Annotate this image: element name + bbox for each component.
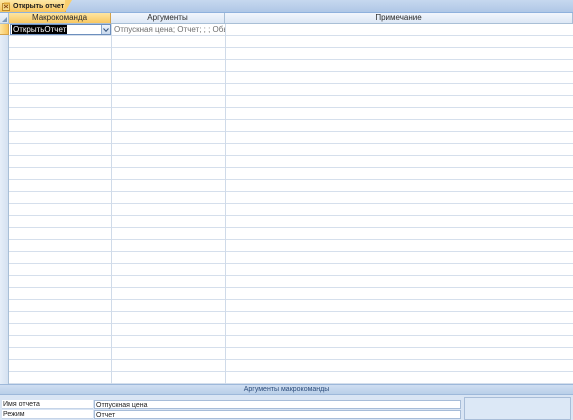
current-row-selector[interactable] [0,24,9,35]
argument-row-report-name: Имя отчета Отпускная цена [2,400,461,409]
action-arguments-panel: Аргументы макрокоманды Имя отчета Отпуск… [0,384,573,420]
column-header-action[interactable]: Макрокоманда [9,13,111,24]
macro-icon [2,2,10,11]
document-tab[interactable]: Открыть отчет [0,0,72,12]
column-divider [225,24,226,384]
select-all-corner[interactable] [0,13,9,24]
action-combo-box[interactable]: ОткрытьОтчет [10,24,111,35]
argument-label: Режим [2,410,93,419]
report-name-field[interactable]: Отпускная цена [94,400,461,409]
dropdown-button[interactable] [101,25,110,34]
document-tab-strip: Открыть отчет [0,0,573,13]
macro-grid: Макрокоманда Аргументы Примечание Открыт… [0,13,573,384]
grid-row-lines [0,24,573,384]
argument-help-area [464,397,571,420]
action-arguments-title: Аргументы макрокоманды [0,385,573,395]
column-header-arguments[interactable]: Аргументы [111,13,225,24]
column-header-comment[interactable]: Примечание [225,13,573,24]
arguments-cell[interactable]: Отпускная цена; Отчет; ; ; Обычное [113,24,225,35]
argument-label: Имя отчета [2,400,93,409]
column-divider [111,24,112,384]
chevron-down-icon [103,27,109,32]
tab-title: Открыть отчет [13,2,65,10]
argument-row-view: Режим Отчет [2,410,461,419]
macro-designer-window: Открыть отчет Макрокоманда Аргументы При… [0,0,573,420]
view-mode-field[interactable]: Отчет [94,410,461,419]
action-value: ОткрытьОтчет [12,25,68,34]
row-selector-column[interactable] [0,24,9,384]
